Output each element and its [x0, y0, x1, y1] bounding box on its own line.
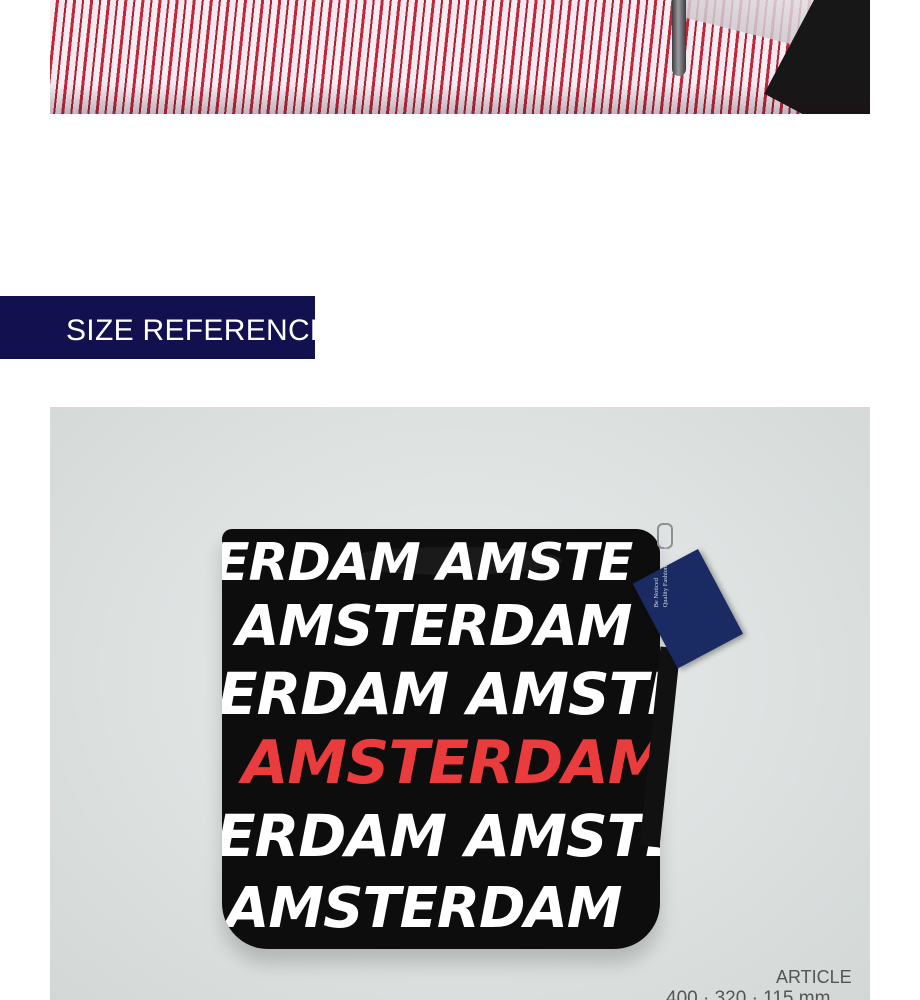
zipper-pull — [672, 0, 686, 76]
size-reference-photo: ERDAM AMSTE AMSTERDAM ERDAM AMSTE AMSTER… — [50, 407, 870, 1000]
bag-print-row: AMSTERDAM — [236, 594, 633, 659]
article-label: ARTICLE — [776, 967, 852, 987]
tag-slogan-line: Quality Fashion Guaranteed — [662, 534, 670, 608]
section-header: SIZE REFERENCE — [0, 296, 330, 359]
bag-print-row: ERDAM AMSTE — [222, 533, 633, 593]
bag-print-row: ERDAM AMSTE — [222, 802, 660, 870]
article-dimensions: 400 · 320 · 115 mm — [666, 988, 831, 1000]
bag-print-row: ERDAM AMSTE — [222, 660, 660, 728]
amsterdam-tote-bag: ERDAM AMSTE AMSTERDAM ERDAM AMSTE AMSTER… — [222, 529, 660, 949]
lining-detail-photo — [50, 0, 870, 114]
bag-print-row: AMSTERDAM — [226, 876, 623, 941]
section-title: SIZE REFERENCE — [66, 314, 331, 347]
tag-brand-line: Be Noticed — [653, 577, 661, 608]
bag-print-highlight-row: AMSTERDAM — [242, 728, 660, 798]
